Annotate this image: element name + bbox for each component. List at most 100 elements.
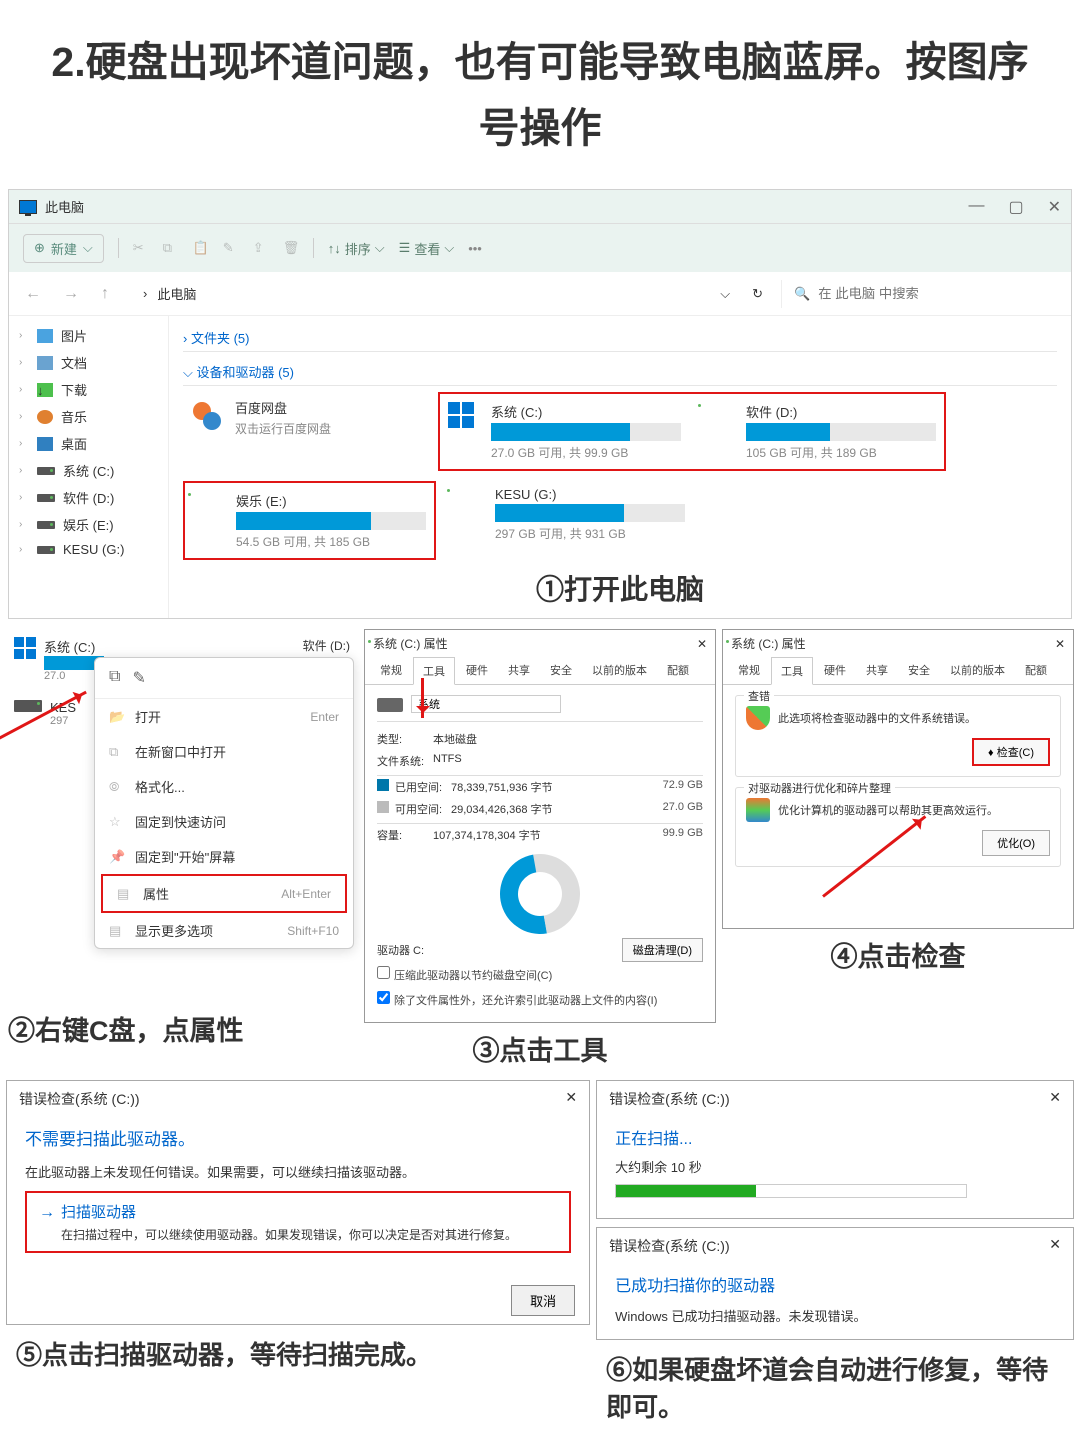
tab-sharing[interactable]: 共享 — [499, 657, 539, 684]
step-5-label: ⑤点击扫描驱动器，等待扫描完成。 — [6, 1325, 590, 1382]
close-button[interactable]: ✕ — [1048, 197, 1061, 217]
close-button[interactable]: ✕ — [565, 1089, 577, 1109]
sidebar-item-drive-g[interactable]: ›KESU (G:) — [9, 538, 168, 561]
item-baidu[interactable]: 百度网盘双击运行百度网盘 — [183, 392, 428, 471]
tab-tools[interactable]: 工具 — [771, 657, 813, 685]
tab-hardware[interactable]: 硬件 — [457, 657, 497, 684]
forward-button[interactable]: → — [57, 285, 85, 303]
scan-success-heading: 已成功扫描你的驱动器 — [615, 1272, 1055, 1296]
minimize-button[interactable]: — — [968, 197, 984, 217]
copy-icon[interactable]: ⧉ — [163, 240, 179, 256]
properties-icon: ▤ — [117, 886, 133, 902]
optimize-button[interactable]: 优化(O) — [982, 830, 1050, 856]
tab-previous[interactable]: 以前的版本 — [941, 657, 1014, 684]
remaining-time: 大约剩余 10 秒 — [615, 1157, 1055, 1176]
close-button[interactable]: ✕ — [1055, 637, 1065, 651]
share-icon[interactable]: ⇪ — [253, 240, 269, 256]
search-input[interactable] — [818, 286, 1061, 301]
no-errors-text: 在此驱动器上未发现任何错误。如果需要，可以继续扫描该驱动器。 — [25, 1162, 571, 1181]
menu-pin-start[interactable]: 📌固定到"开始"屏幕 — [95, 839, 353, 874]
sidebar-item-pictures[interactable]: ›图片 — [9, 322, 168, 349]
rename-icon[interactable]: ✎ — [132, 668, 145, 688]
tab-quota[interactable]: 配额 — [658, 657, 698, 684]
breadcrumb: 此电脑 — [157, 284, 196, 303]
scanning-heading: 正在扫描... — [615, 1125, 1055, 1149]
scan-success-text: Windows 已成功扫描驱动器。未发现错误。 — [615, 1306, 1055, 1325]
baidu-icon — [189, 398, 225, 434]
new-window-icon: ⧉ — [109, 744, 125, 760]
tab-security[interactable]: 安全 — [899, 657, 939, 684]
rename-icon[interactable]: ✎ — [223, 240, 239, 256]
tab-general[interactable]: 常规 — [729, 657, 769, 684]
group-folders[interactable]: › 文件夹 (5) — [183, 324, 1057, 352]
optimize-header: 对驱动器进行优化和碎片整理 — [744, 780, 895, 796]
sidebar-item-documents[interactable]: ›文档 — [9, 349, 168, 376]
tab-hardware[interactable]: 硬件 — [815, 657, 855, 684]
no-scan-needed-heading: 不需要扫描此驱动器。 — [25, 1125, 571, 1150]
window-controls: — ▢ ✕ — [968, 197, 1061, 217]
group-devices[interactable]: ⌵ 设备和驱动器 (5) — [183, 358, 1057, 386]
tab-previous[interactable]: 以前的版本 — [583, 657, 656, 684]
arrow-right-icon: → — [39, 1204, 55, 1222]
drive-g[interactable]: KESU (G:)297 GB 可用, 共 931 GB — [446, 481, 691, 560]
menu-more-options[interactable]: ▤显示更多选项Shift+F10 — [95, 913, 353, 948]
sidebar-item-drive-d[interactable]: ›软件 (D:) — [9, 484, 168, 511]
tab-general[interactable]: 常规 — [371, 657, 411, 684]
sidebar: ›图片 ›文档 ›↓下载 ›音乐 ›桌面 ›系统 (C:) ›软件 (D:) ›… — [9, 316, 169, 618]
drive-e[interactable]: 娱乐 (E:)54.5 GB 可用, 共 185 GB — [187, 485, 432, 556]
up-button[interactable]: ↑ — [95, 285, 115, 303]
drive-c[interactable]: 系统 (C:)27.0 GB 可用, 共 99.9 GB — [442, 396, 687, 467]
titlebar: 此电脑 — ▢ ✕ — [9, 190, 1071, 224]
drive-d[interactable]: 软件 (D:)105 GB 可用, 共 189 GB — [697, 396, 942, 467]
sidebar-item-music[interactable]: ›音乐 — [9, 403, 168, 430]
close-button[interactable]: ✕ — [1049, 1236, 1061, 1256]
delete-icon[interactable]: 🗑 — [283, 240, 299, 256]
view-button[interactable]: ☰ 查看 ⌵ — [399, 239, 455, 258]
menu-pin-quick[interactable]: ☆固定到快速访问 — [95, 804, 353, 839]
scan-drive-option[interactable]: →扫描驱动器 在扫描过程中，可以继续使用驱动器。如果发现错误，你可以决定是否对其… — [25, 1191, 571, 1253]
optimize-section: 对驱动器进行优化和碎片整理 优化计算机的驱动器可以帮助其更高效运行。 优化(O) — [735, 787, 1061, 867]
menu-format[interactable]: ⦾格式化... — [95, 769, 353, 804]
pin-start-icon: 📌 — [109, 849, 125, 865]
copy-icon[interactable]: ⧉ — [109, 668, 120, 688]
step-4-label: ④点击检查 — [722, 929, 1074, 980]
check-button[interactable]: ♦ 检查(C) — [972, 738, 1050, 766]
sidebar-item-drive-c[interactable]: ›系统 (C:) — [9, 457, 168, 484]
disk-cleanup-button[interactable]: 磁盘清理(D) — [622, 938, 703, 962]
defrag-icon — [746, 798, 770, 822]
close-button[interactable]: ✕ — [697, 637, 707, 651]
tab-tools[interactable]: 工具 — [413, 657, 455, 685]
tab-quota[interactable]: 配额 — [1016, 657, 1056, 684]
address-bar[interactable]: › 此电脑 ⌵ ↻ — [125, 280, 771, 307]
cut-icon[interactable]: ✂ — [133, 240, 149, 256]
menu-open[interactable]: 📂打开Enter — [95, 699, 353, 734]
sidebar-item-downloads[interactable]: ›↓下载 — [9, 376, 168, 403]
error-check-dialog-1: 错误检查(系统 (C:))✕ 不需要扫描此驱动器。 在此驱动器上未发现任何错误。… — [6, 1080, 590, 1325]
menu-open-new-window[interactable]: ⧉在新窗口中打开 — [95, 734, 353, 769]
context-menu: ⧉ ✎ 📂打开Enter ⧉在新窗口中打开 ⦾格式化... ☆固定到快速访问 📌… — [94, 657, 354, 949]
this-pc-icon — [19, 200, 37, 214]
sidebar-item-drive-e[interactable]: ›娱乐 (E:) — [9, 511, 168, 538]
step-3-label: ③点击工具 — [364, 1023, 716, 1074]
error-check-dialog-done: 错误检查(系统 (C:))✕ 已成功扫描你的驱动器 Windows 已成功扫描驱… — [596, 1227, 1074, 1340]
compress-checkbox[interactable] — [377, 966, 390, 979]
drive-name-input[interactable] — [411, 695, 561, 713]
tab-sharing[interactable]: 共享 — [857, 657, 897, 684]
sidebar-item-desktop[interactable]: ›桌面 — [9, 430, 168, 457]
menu-properties[interactable]: ▤属性Alt+Enter — [101, 874, 347, 913]
more-button[interactable]: ••• — [468, 241, 482, 256]
window-title: 此电脑 — [45, 197, 84, 216]
index-checkbox[interactable] — [377, 991, 390, 1004]
new-button[interactable]: ⊕ 新建 ⌵ — [23, 234, 104, 263]
refresh-button[interactable]: ↻ — [752, 286, 763, 302]
paste-icon[interactable]: 📋 — [193, 240, 209, 256]
tab-security[interactable]: 安全 — [541, 657, 581, 684]
check-section: 查错 此选项将检查驱动器中的文件系统错误。 ♦ 检查(C) — [735, 695, 1061, 777]
sort-button[interactable]: ↑↓ 排序 ⌵ — [328, 239, 385, 258]
close-button[interactable]: ✕ — [1049, 1089, 1061, 1109]
back-button[interactable]: ← — [19, 285, 47, 303]
main-pane: › 文件夹 (5) ⌵ 设备和驱动器 (5) 百度网盘双击运行百度网盘 系统 (… — [169, 316, 1071, 618]
search-box[interactable]: 🔍 — [781, 280, 1061, 308]
maximize-button[interactable]: ▢ — [1008, 197, 1023, 217]
cancel-button[interactable]: 取消 — [511, 1285, 575, 1316]
